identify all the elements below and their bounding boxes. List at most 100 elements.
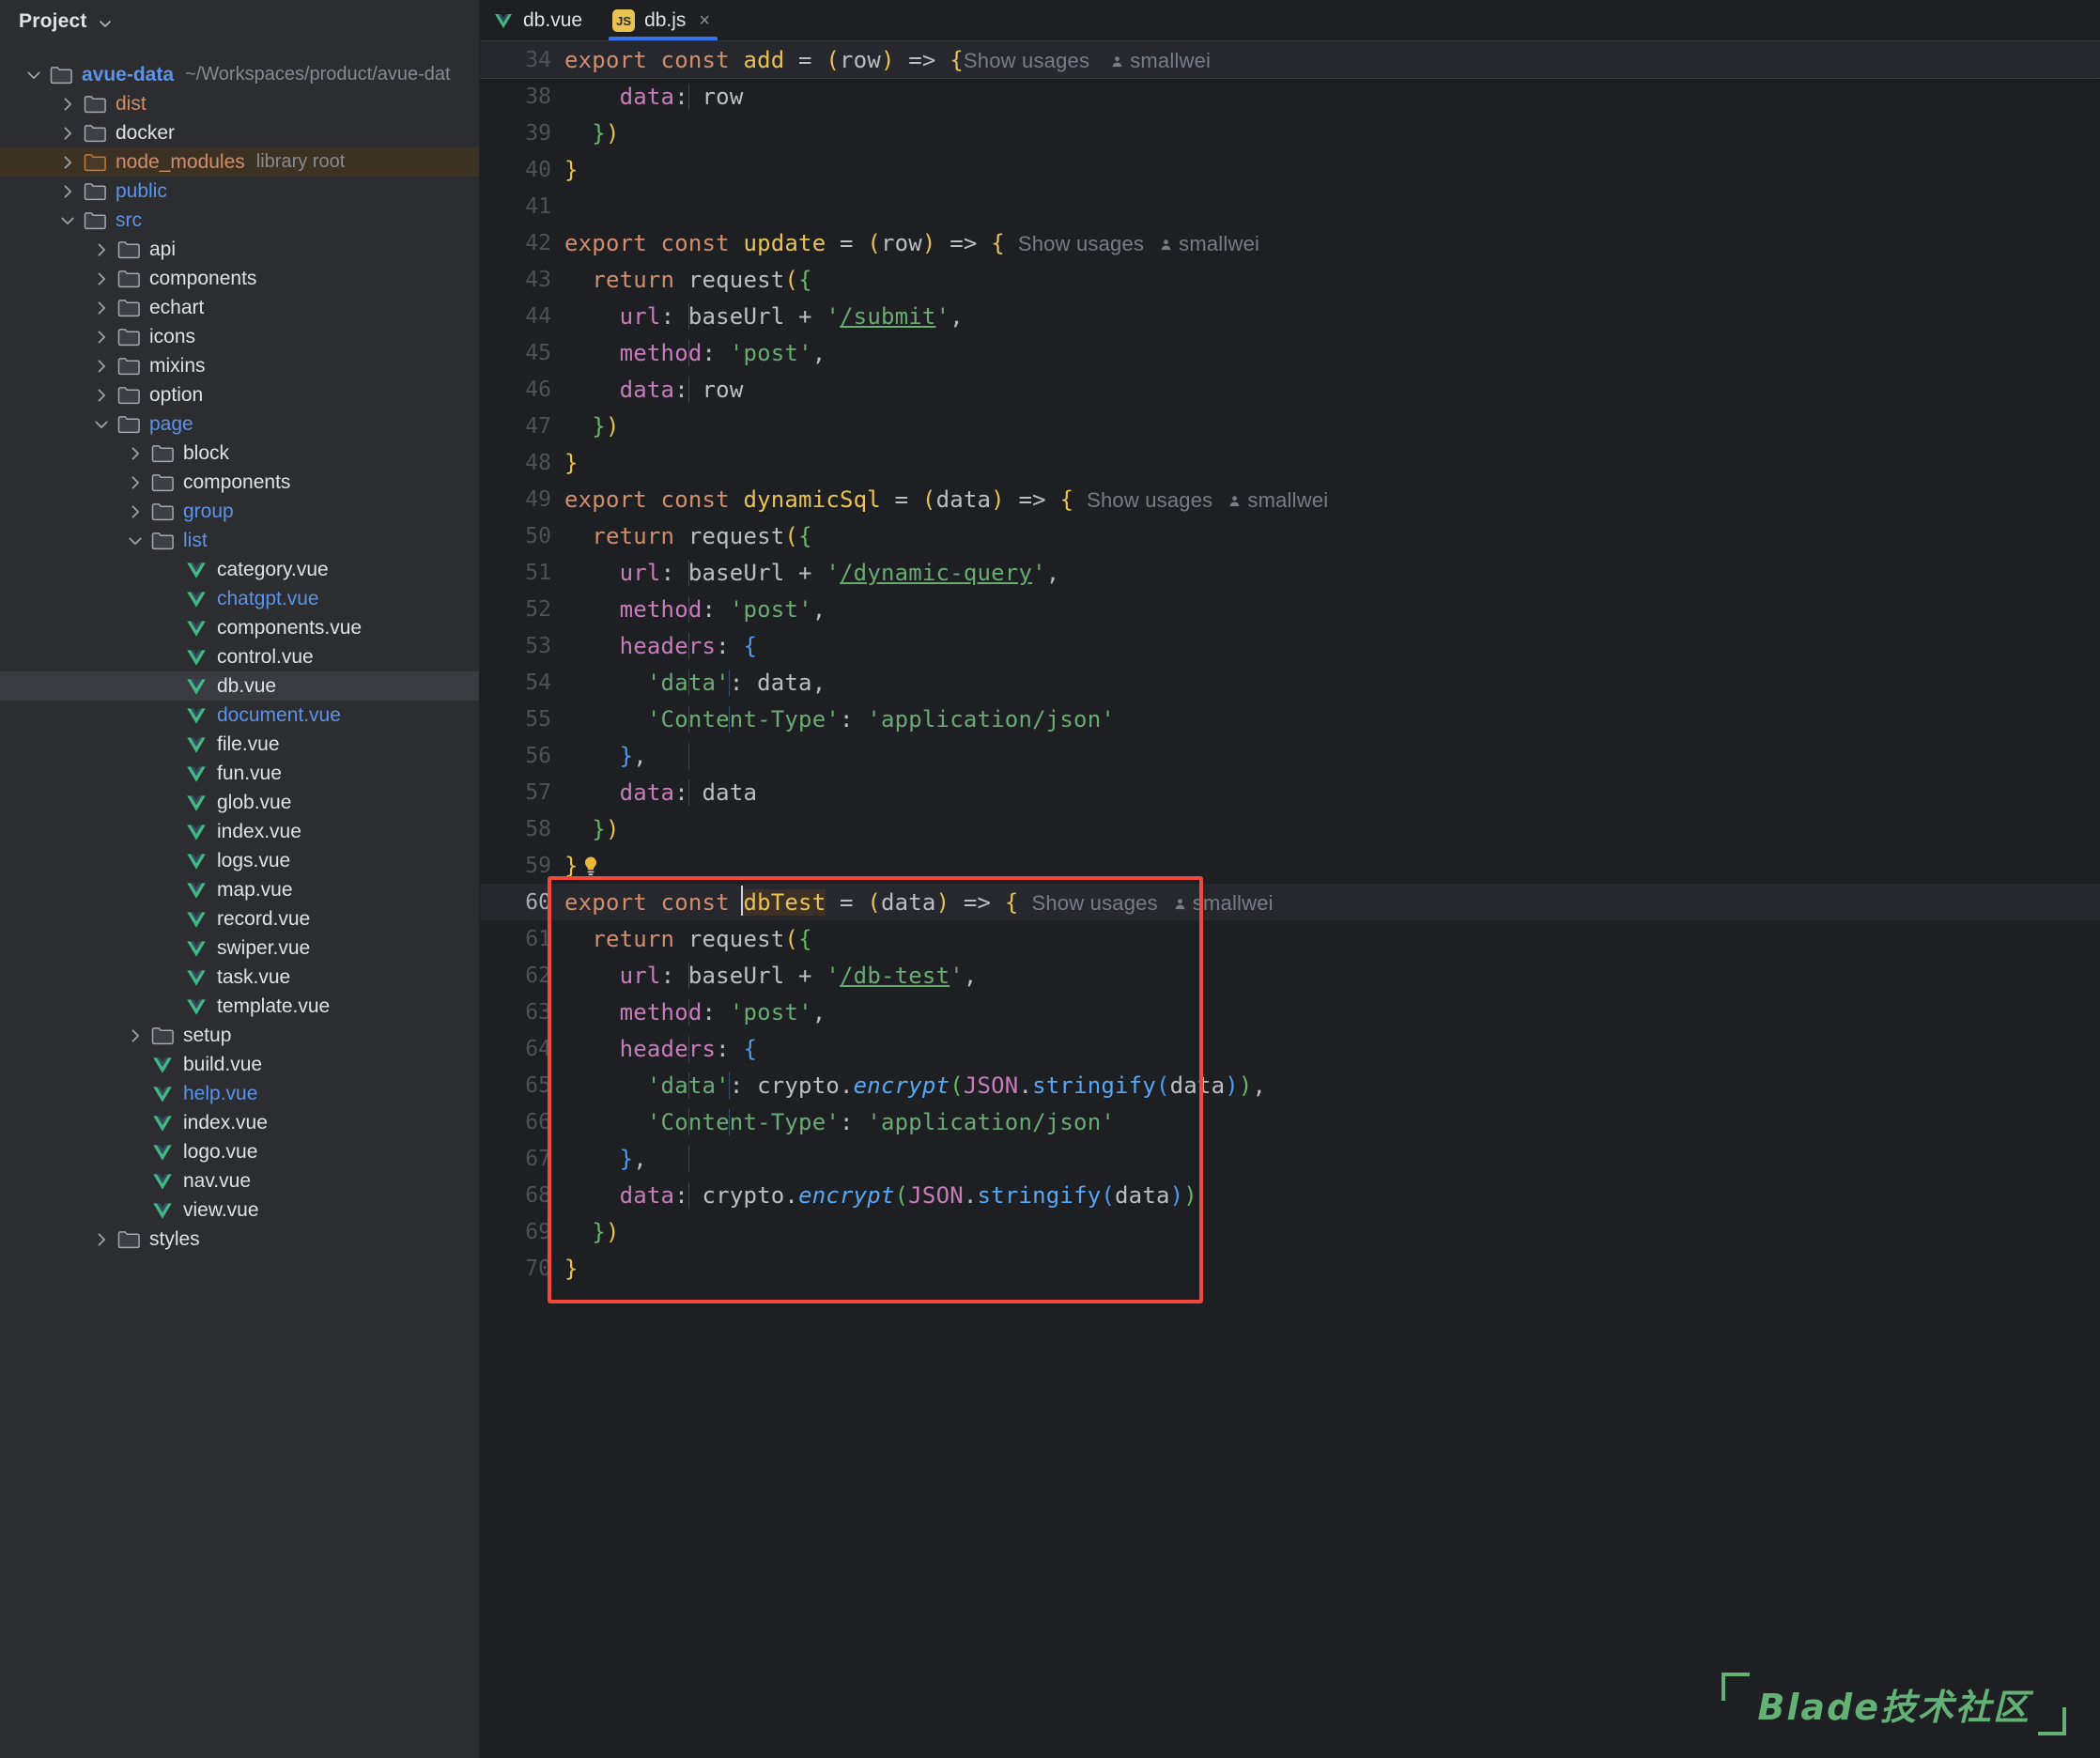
code-line[interactable]: 44 url: baseUrl + '/submit', — [480, 298, 2100, 334]
tree-row-dist[interactable]: dist — [0, 89, 479, 118]
chevron-right-icon[interactable] — [92, 270, 111, 288]
tree-row-help-vue[interactable]: help.vue — [0, 1079, 479, 1108]
chevron-right-icon[interactable] — [126, 444, 145, 463]
code-line[interactable]: 43 return request({ — [480, 261, 2100, 298]
code-line[interactable]: 48} — [480, 444, 2100, 481]
code-line[interactable]: 40} — [480, 151, 2100, 188]
tree-row-file-vue[interactable]: file.vue — [0, 730, 479, 759]
chevron-right-icon[interactable] — [92, 386, 111, 405]
code-line[interactable]: 67 }, — [480, 1140, 2100, 1177]
chevron-down-icon[interactable] — [126, 532, 145, 550]
code-line[interactable]: 42 export const update = (row) => {Show u… — [480, 224, 2100, 261]
tree-row-echart[interactable]: echart — [0, 293, 479, 322]
code-line[interactable]: 58 }) — [480, 810, 2100, 847]
code-line[interactable]: 55 'Content-Type': 'application/json' — [480, 701, 2100, 737]
tree-row-styles[interactable]: styles — [0, 1225, 479, 1254]
tree-row-page[interactable]: page — [0, 409, 479, 439]
code-line[interactable]: 65 'data': crypto.encrypt(JSON.stringify… — [480, 1067, 2100, 1103]
chevron-right-icon[interactable] — [126, 502, 145, 521]
chevron-down-icon[interactable] — [58, 211, 77, 230]
tree-row-icons[interactable]: icons — [0, 322, 479, 351]
chevron-right-icon[interactable] — [92, 240, 111, 259]
tree-row-avue-data[interactable]: avue-data ~/Workspaces/product/avue-dat — [0, 60, 479, 89]
tab-db-js[interactable]: JS db.js × — [599, 0, 728, 41]
chevron-right-icon[interactable] — [92, 328, 111, 347]
close-icon[interactable]: × — [699, 10, 710, 32]
code-line[interactable]: 63 method: 'post', — [480, 994, 2100, 1030]
code-line[interactable]: 68 data: crypto.encrypt(JSON.stringify(d… — [480, 1177, 2100, 1213]
chevron-right-icon[interactable] — [92, 357, 111, 376]
tree-row-components[interactable]: components — [0, 264, 479, 293]
chevron-right-icon[interactable] — [58, 95, 77, 114]
tree-row-record-vue[interactable]: record.vue — [0, 904, 479, 933]
code-line[interactable]: 56 }, — [480, 737, 2100, 774]
code-line[interactable]: 69 }) — [480, 1213, 2100, 1250]
chevron-right-icon[interactable] — [126, 1026, 145, 1045]
chevron-down-icon[interactable] — [92, 415, 111, 434]
code-line[interactable]: 57 data: data — [480, 774, 2100, 810]
tree-row-src[interactable]: src — [0, 206, 479, 235]
code-line[interactable]: 62 url: baseUrl + '/db-test', — [480, 957, 2100, 994]
tree-row-logo-vue[interactable]: logo.vue — [0, 1137, 479, 1166]
code-line[interactable]: 66 'Content-Type': 'application/json' — [480, 1103, 2100, 1140]
tree-row-components[interactable]: components — [0, 468, 479, 497]
tree-row-map-vue[interactable]: map.vue — [0, 875, 479, 904]
tree-row-components-vue[interactable]: components.vue — [0, 613, 479, 642]
show-usages-hint[interactable]: Show usages — [1032, 891, 1158, 915]
chevron-right-icon[interactable] — [58, 153, 77, 172]
tree-row-view-vue[interactable]: view.vue — [0, 1195, 479, 1225]
show-usages-hint[interactable]: Show usages — [964, 49, 1089, 72]
tree-row-logs-vue[interactable]: logs.vue — [0, 846, 479, 875]
tree-row-setup[interactable]: setup — [0, 1021, 479, 1050]
code-content[interactable]: 37 method: 'post',38 data: row39 })40}41… — [480, 41, 2100, 1758]
tree-row-glob-vue[interactable]: glob.vue — [0, 788, 479, 817]
code-line[interactable]: 47 }) — [480, 408, 2100, 444]
tree-row-group[interactable]: group — [0, 497, 479, 526]
code-line[interactable]: 70} — [480, 1250, 2100, 1287]
code-line[interactable]: 61 return request({ — [480, 920, 2100, 957]
chevron-right-icon[interactable] — [92, 1230, 111, 1249]
tab-db-vue[interactable]: db.vue — [480, 0, 599, 41]
tree-row-api[interactable]: api — [0, 235, 479, 264]
sticky-header-line[interactable]: 34 export const add = (row) => {Show usa… — [480, 41, 2100, 79]
tree-row-document-vue[interactable]: document.vue — [0, 701, 479, 730]
code-line[interactable]: 45 method: 'post', — [480, 334, 2100, 371]
code-line[interactable]: 41 — [480, 188, 2100, 224]
code-line[interactable]: 50 return request({ — [480, 517, 2100, 554]
chevron-down-icon[interactable] — [98, 16, 113, 31]
tree-row-chatgpt-vue[interactable]: chatgpt.vue — [0, 584, 479, 613]
tree-row-list[interactable]: list — [0, 526, 479, 555]
tree-row-node-modules[interactable]: node_modules library root — [0, 147, 479, 177]
tree-row-public[interactable]: public — [0, 177, 479, 206]
code-line[interactable]: 53 headers: { — [480, 627, 2100, 664]
tree-row-db-vue[interactable]: db.vue — [0, 671, 479, 701]
tree-row-option[interactable]: option — [0, 380, 479, 409]
code-line[interactable]: 46 data: row — [480, 371, 2100, 408]
tree-row-control-vue[interactable]: control.vue — [0, 642, 479, 671]
tree-row-block[interactable]: block — [0, 439, 479, 468]
code-line[interactable]: 38 data: row — [480, 78, 2100, 115]
sidebar-header[interactable]: Project — [0, 0, 479, 43]
code-line[interactable]: 64 headers: { — [480, 1030, 2100, 1067]
code-line[interactable]: 59} — [480, 847, 2100, 884]
chevron-right-icon[interactable] — [92, 299, 111, 317]
tree-row-swiper-vue[interactable]: swiper.vue — [0, 933, 479, 963]
chevron-right-icon[interactable] — [58, 182, 77, 201]
tree-row-docker[interactable]: docker — [0, 118, 479, 147]
code-line[interactable]: 49 export const dynamicSql = (data) => {S… — [480, 481, 2100, 517]
tree-row-mixins[interactable]: mixins — [0, 351, 479, 380]
tree-row-fun-vue[interactable]: fun.vue — [0, 759, 479, 788]
chevron-right-icon[interactable] — [58, 124, 77, 143]
chevron-down-icon[interactable] — [24, 66, 43, 85]
chevron-right-icon[interactable] — [126, 473, 145, 492]
tree-row-index-vue[interactable]: index.vue — [0, 817, 479, 846]
tree-row-template-vue[interactable]: template.vue — [0, 992, 479, 1021]
show-usages-hint[interactable]: Show usages — [1018, 232, 1144, 255]
tree-row-index-vue[interactable]: index.vue — [0, 1108, 479, 1137]
tree-row-category-vue[interactable]: category.vue — [0, 555, 479, 584]
code-line[interactable]: 60 export const dbTest = (data) => {Show … — [480, 884, 2100, 920]
tree-row-nav-vue[interactable]: nav.vue — [0, 1166, 479, 1195]
tree-row-task-vue[interactable]: task.vue — [0, 963, 479, 992]
code-line[interactable]: 39 }) — [480, 115, 2100, 151]
code-line[interactable]: 52 method: 'post', — [480, 591, 2100, 627]
